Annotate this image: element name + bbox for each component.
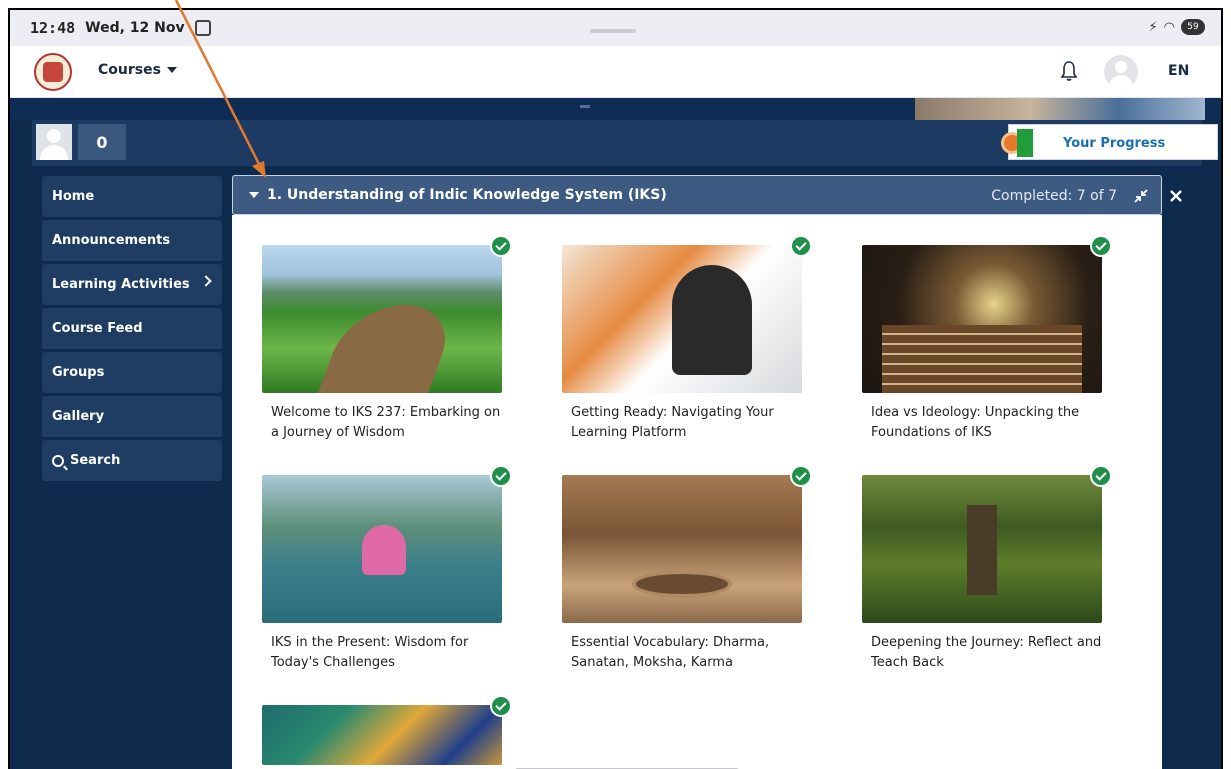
- activity-card[interactable]: Welcome to IKS 237: Embarking on a Journ…: [262, 235, 512, 443]
- activity-thumbnail[interactable]: [262, 705, 502, 765]
- sidebar-item-course-feed[interactable]: Course Feed: [42, 308, 222, 349]
- avatar-head: [47, 129, 61, 143]
- sidebar-item-label: Search: [70, 453, 121, 468]
- charging-icon: ⚡: [1148, 19, 1158, 35]
- avatar-body: [40, 145, 68, 160]
- caret-down-icon[interactable]: [249, 192, 259, 198]
- activity-title[interactable]: Welcome to IKS 237: Embarking on a Journ…: [262, 403, 502, 443]
- status-icons: ⚡ ◠ 59: [1149, 19, 1205, 35]
- avatar-head: [1115, 61, 1127, 73]
- section-header[interactable]: 1. Understanding of Indic Knowledge Syst…: [232, 175, 1162, 215]
- sidebar-item-gallery[interactable]: Gallery: [42, 396, 222, 437]
- completed-check-icon: [490, 235, 512, 257]
- bell-icon[interactable]: [1060, 60, 1078, 82]
- thumbnail-art: [967, 505, 997, 595]
- thumbnail-art: [632, 570, 732, 598]
- wifi-icon: ◠: [1163, 19, 1175, 35]
- activity-card[interactable]: IKS in the Present: Wisdom for Today's C…: [262, 465, 512, 673]
- activity-thumbnail[interactable]: [862, 475, 1102, 623]
- activity-card[interactable]: Idea vs Ideology: Unpacking the Foundati…: [862, 235, 1112, 443]
- activity-card[interactable]: [262, 695, 512, 765]
- activity-title[interactable]: Idea vs Ideology: Unpacking the Foundati…: [862, 403, 1102, 443]
- search-icon: [52, 454, 64, 467]
- thumbnail-art: [882, 325, 1082, 393]
- avatar-body: [1109, 75, 1133, 89]
- section-title: 1. Understanding of Indic Knowledge Syst…: [267, 187, 667, 203]
- sidebar-item-label: Home: [52, 189, 95, 204]
- completed-check-icon: [490, 465, 512, 487]
- courses-label: Courses: [98, 62, 161, 78]
- completed-check-icon: [790, 235, 812, 257]
- sidebar-item-learning-activities[interactable]: Learning Activities: [42, 264, 222, 305]
- activity-thumbnail[interactable]: [862, 245, 1102, 393]
- completed-check-icon: [490, 695, 512, 717]
- thumbnail-art: [313, 305, 461, 393]
- caret-down-icon: [166, 67, 177, 73]
- completed-check-icon: [1090, 235, 1112, 257]
- banner-image: [915, 98, 1205, 120]
- activity-thumbnail[interactable]: [262, 245, 502, 393]
- device-frame: 12:48 Wed, 12 Nov ⚡ ◠ 59 Courses EN 0 Yo…: [0, 0, 1231, 769]
- courses-menu[interactable]: Courses: [98, 62, 177, 78]
- completion-status: Completed: 7 of 7: [991, 188, 1117, 204]
- sidebar-item-label: Gallery: [52, 409, 105, 424]
- sidebar-item-label: Learning Activities: [52, 277, 190, 292]
- sidebar-item-home[interactable]: Home: [42, 176, 222, 217]
- activity-thumbnail[interactable]: [262, 475, 502, 623]
- activity-card[interactable]: Essential Vocabulary: Dharma, Sanatan, M…: [562, 465, 812, 673]
- logo-emblem-icon: [43, 62, 63, 82]
- activities-panel: Welcome to IKS 237: Embarking on a Journ…: [232, 215, 1162, 769]
- course-sidebar: Home Announcements Learning Activities C…: [42, 176, 222, 484]
- activity-title[interactable]: Deepening the Journey: Reflect and Teach…: [862, 633, 1102, 673]
- activity-thumbnail[interactable]: [562, 245, 802, 393]
- points-badge: 0: [78, 124, 126, 160]
- user-bar: 0 Your Progress: [32, 120, 1218, 166]
- activity-title[interactable]: IKS in the Present: Wisdom for Today's C…: [262, 633, 502, 673]
- sidebar-item-groups[interactable]: Groups: [42, 352, 222, 393]
- status-time: 12:48: [30, 19, 76, 37]
- activity-card[interactable]: Getting Ready: Navigating Your Learning …: [562, 235, 812, 443]
- completed-check-icon: [790, 465, 812, 487]
- status-bar: 12:48 Wed, 12 Nov: [10, 10, 1221, 46]
- activity-title[interactable]: Essential Vocabulary: Dharma, Sanatan, M…: [562, 633, 802, 673]
- close-icon[interactable]: [1167, 187, 1185, 205]
- battery-icon: 59: [1181, 19, 1205, 35]
- activity-card[interactable]: Deepening the Journey: Reflect and Teach…: [862, 465, 1112, 673]
- app-header: Courses EN: [10, 46, 1221, 98]
- profile-avatar[interactable]: [1104, 55, 1138, 89]
- status-date: Wed, 12 Nov: [85, 20, 185, 36]
- sidebar-item-label: Announcements: [52, 233, 171, 248]
- chevron-right-icon: [200, 275, 212, 287]
- thumbnail-art: [672, 265, 752, 375]
- university-logo[interactable]: [34, 53, 72, 91]
- tablet-screen: 12:48 Wed, 12 Nov ⚡ ◠ 59 Courses EN 0 Yo…: [8, 8, 1223, 769]
- thumbnail-art: [362, 525, 406, 575]
- activity-thumbnail[interactable]: [562, 475, 802, 623]
- banner-title-fragment: [580, 100, 590, 108]
- sidebar-item-search[interactable]: Search: [42, 440, 222, 481]
- window-handle[interactable]: [590, 29, 636, 33]
- sidebar-item-announcements[interactable]: Announcements: [42, 220, 222, 261]
- activity-title[interactable]: Getting Ready: Navigating Your Learning …: [562, 403, 802, 443]
- your-progress-label: Your Progress: [1063, 136, 1166, 151]
- completed-check-icon: [1090, 465, 1112, 487]
- progress-bar: [1017, 129, 1033, 157]
- screen-record-icon: [194, 20, 211, 36]
- user-avatar[interactable]: [36, 124, 72, 160]
- your-progress-button[interactable]: Your Progress: [1001, 124, 1218, 160]
- sidebar-item-label: Course Feed: [52, 321, 143, 336]
- language-selector[interactable]: EN: [1168, 63, 1189, 79]
- collapse-icon[interactable]: [1133, 188, 1149, 204]
- sidebar-item-label: Groups: [52, 365, 105, 380]
